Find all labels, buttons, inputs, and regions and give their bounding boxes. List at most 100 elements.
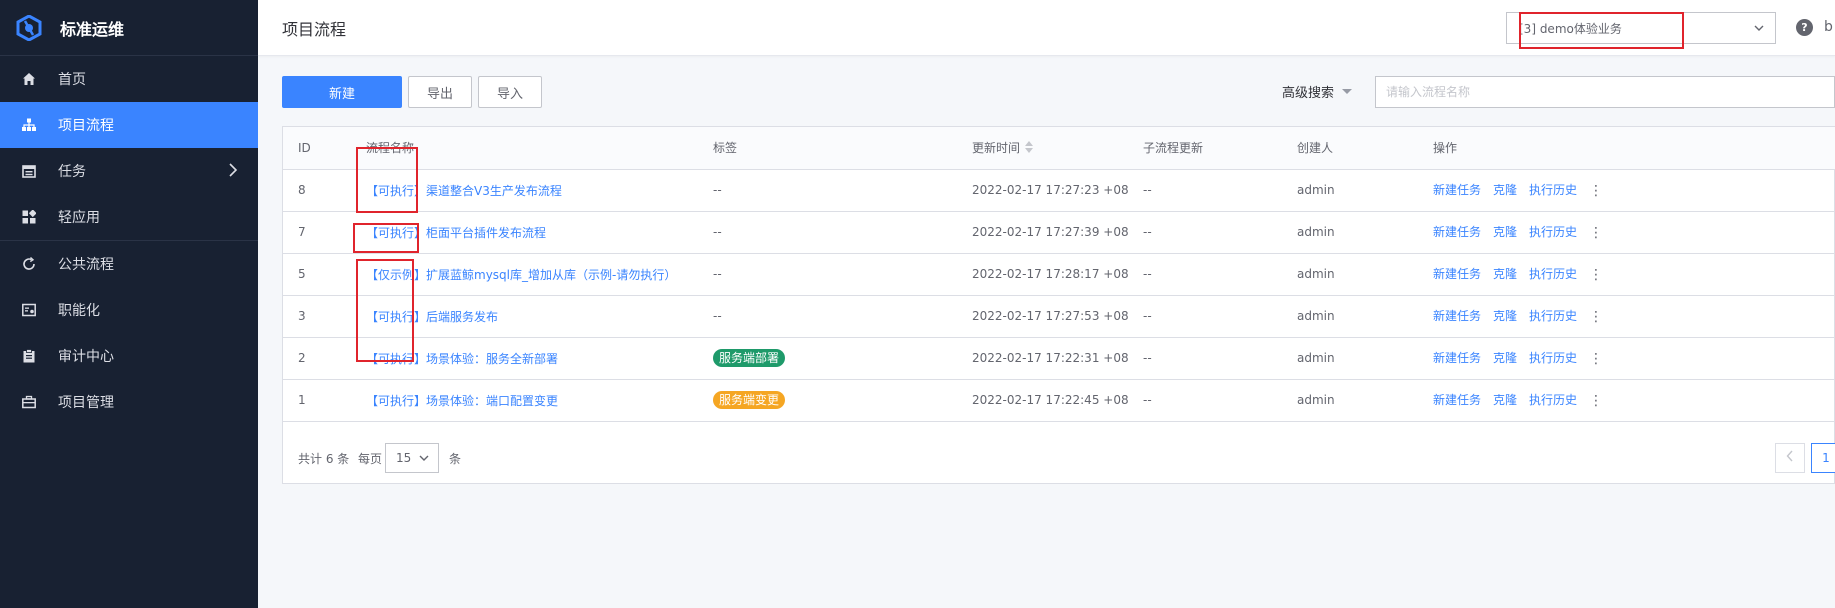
grid-apps-icon [20,208,38,226]
clipboard-icon [20,347,38,365]
business-select[interactable]: [3] demo体验业务 [1506,12,1776,44]
cell-name: 【可执行】场景体验：服务全新部署 [351,337,698,380]
history-link[interactable]: 执行历史 [1529,351,1577,365]
main-content: 项目流程 [3] demo体验业务 ? b 新建 导出 导入 高级搜索 ID [258,0,1835,608]
column-header-creator: 创建人 [1282,127,1418,170]
id-card-icon [20,301,38,319]
clone-link[interactable]: 克隆 [1493,267,1517,281]
table-row: 5 【仅示例】扩展蓝鲸mysql库_增加从库（示例-请勿执行） -- 2022-02-… [283,253,1835,296]
history-link[interactable]: 执行历史 [1529,393,1577,407]
column-header-id: ID [283,127,351,170]
flow-name-link[interactable]: 【可执行】渠道整合V3生产发布流程 [366,184,562,198]
cell-id: 1 [283,379,351,422]
pagination-per-label: 每页 [358,452,383,466]
history-link[interactable]: 执行历史 [1529,183,1577,197]
header: 项目流程 [3] demo体验业务 ? b [258,0,1835,56]
flow-prefix: 【可执行】 [366,225,427,240]
import-button[interactable]: 导入 [478,76,542,108]
tag-empty: -- [713,267,722,281]
column-header-subflow: 子流程更新 [1128,127,1282,170]
flow-name: 扩展蓝鲸mysql库_增加从库（示例-请勿执行） [426,267,677,282]
sidebar-item-project-management[interactable]: 项目管理 [0,379,258,425]
more-vertical-icon[interactable]: ⋮ [1589,183,1603,199]
clone-link[interactable]: 克隆 [1493,351,1517,365]
new-task-link[interactable]: 新建任务 [1433,225,1481,239]
new-button[interactable]: 新建 [282,76,402,108]
page-size-value: 15 [396,451,412,465]
tag-badge: 服务端变更 [713,391,786,409]
sidebar-nav: 首页 项目流程 任务 轻应用 公共流程 职能化 审计中心 项目管理 [0,56,258,425]
history-link[interactable]: 执行历史 [1529,267,1577,281]
cell-name: 【可执行】柜面平台插件发布流程 [351,211,698,254]
history-link[interactable]: 执行历史 [1529,309,1577,323]
page-size-select[interactable]: 15 [385,443,439,473]
sidebar-item-tasks[interactable]: 任务 [0,148,258,194]
sidebar-item-home[interactable]: 首页 [0,56,258,102]
sidebar-item-functionalization[interactable]: 职能化 [0,287,258,333]
clone-link[interactable]: 克隆 [1493,225,1517,239]
advanced-search-toggle[interactable]: 高级搜索 [1282,82,1353,101]
clone-link[interactable]: 克隆 [1493,183,1517,197]
flow-name-link[interactable]: 【可执行】后端服务发布 [366,310,498,324]
cell-updated: 2022-02-17 17:27:53 +0800 [957,295,1128,338]
flow-name: 柜面平台插件发布流程 [426,225,547,240]
table-header-row: ID 流程名称 标签 更新时间 子流程更新 创建人 操作 [283,127,1835,170]
sidebar-item-audit-center[interactable]: 审计中心 [0,333,258,379]
brand-title: 标准运维 [60,19,125,39]
flow-name-link[interactable]: 【可执行】柜面平台插件发布流程 [366,226,546,240]
user-name[interactable]: b [1824,19,1833,35]
sidebar-item-public-flow[interactable]: 公共流程 [0,241,258,287]
more-vertical-icon[interactable]: ⋮ [1589,351,1603,367]
cell-creator: admin [1282,211,1418,254]
clone-link[interactable]: 克隆 [1493,393,1517,407]
flow-name-link[interactable]: 【可执行】场景体验：端口配置变更 [366,394,558,408]
search-input[interactable] [1375,76,1835,108]
flow-name-link[interactable]: 【可执行】场景体验：服务全新部署 [366,352,558,366]
clone-link[interactable]: 克隆 [1493,309,1517,323]
new-task-link[interactable]: 新建任务 [1433,351,1481,365]
flow-prefix: 【可执行】 [366,393,427,408]
more-vertical-icon[interactable]: ⋮ [1589,309,1603,325]
cell-name: 【可执行】后端服务发布 [351,295,698,338]
new-task-link[interactable]: 新建任务 [1433,267,1481,281]
cell-id: 2 [283,337,351,380]
sort-icon[interactable] [1025,141,1034,156]
cell-actions: 新建任务 克隆 执行历史 ⋮ [1418,253,1835,296]
brand[interactable]: 标准运维 [0,0,258,56]
cell-subflow: -- [1128,253,1282,296]
export-button[interactable]: 导出 [408,76,472,108]
column-header-actions: 操作 [1418,127,1835,170]
history-link[interactable]: 执行历史 [1529,225,1577,239]
more-vertical-icon[interactable]: ⋮ [1589,393,1603,409]
chevron-right-icon [228,163,238,181]
sitemap-icon [20,116,38,134]
pagination-unit-label: 条 [449,452,462,466]
refresh-icon [20,255,38,273]
flow-prefix: 【可执行】 [366,351,427,366]
help-icon[interactable]: ? [1796,19,1813,36]
column-header-updated-label: 更新时间 [972,141,1021,156]
sidebar-item-light-apps[interactable]: 轻应用 [0,194,258,240]
page-title: 项目流程 [282,19,347,39]
table-row: 8 【可执行】渠道整合V3生产发布流程 -- 2022-02-17 17:27:23 … [283,169,1835,212]
business-select-value: [3] demo体验业务 [1519,21,1622,36]
cell-actions: 新建任务 克隆 执行历史 ⋮ [1418,337,1835,380]
cell-id: 3 [283,295,351,338]
chevron-down-icon [418,452,430,467]
new-task-link[interactable]: 新建任务 [1433,393,1481,407]
flow-prefix: 【仅示例】 [366,267,427,282]
sidebar-item-project-flow[interactable]: 项目流程 [0,102,258,148]
briefcase-icon [20,393,38,411]
page-number-button[interactable]: 1 [1811,443,1835,473]
new-task-link[interactable]: 新建任务 [1433,183,1481,197]
flow-prefix: 【可执行】 [366,183,427,198]
column-header-updated[interactable]: 更新时间 [957,127,1128,170]
new-task-link[interactable]: 新建任务 [1433,309,1481,323]
prev-page-button[interactable] [1775,443,1805,473]
more-vertical-icon[interactable]: ⋮ [1589,267,1603,283]
cell-id: 5 [283,253,351,296]
pagination: 共计 6 条 每页 15 条 1 [283,431,1835,483]
cell-creator: admin [1282,295,1418,338]
flow-name-link[interactable]: 【仅示例】扩展蓝鲸mysql库_增加从库（示例-请勿执行） [366,268,676,282]
more-vertical-icon[interactable]: ⋮ [1589,225,1603,241]
